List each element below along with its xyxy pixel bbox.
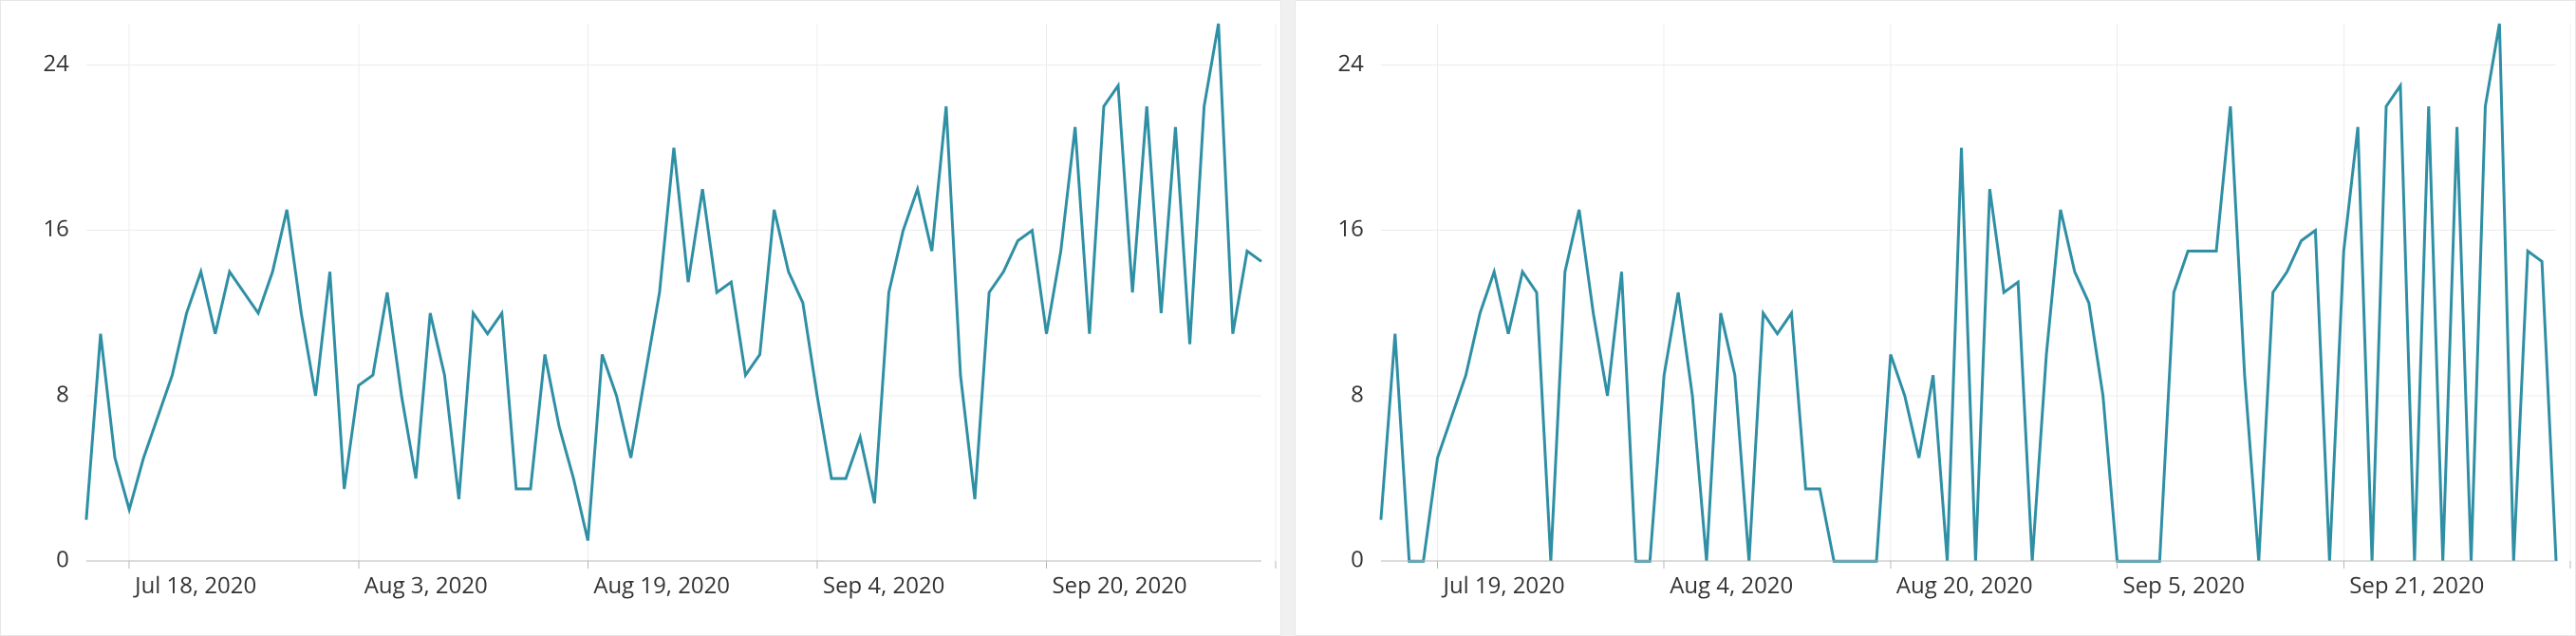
- series-line: [86, 24, 1261, 541]
- x-tick-label: Aug 3, 2020: [364, 570, 488, 601]
- y-tick-label: 0: [56, 544, 69, 575]
- y-tick-label: 0: [1351, 544, 1364, 575]
- y-tick-label: 24: [1337, 47, 1364, 79]
- y-tick-label: 24: [43, 47, 69, 79]
- chart-panel-right: 0 8 16 24 Jul 19, 2020 Aug 4, 2020 Aug 20, 202…: [1295, 0, 2576, 636]
- x-tick-label: Aug 19, 2020: [593, 570, 730, 601]
- x-tick-label: Jul 18, 2020: [133, 570, 256, 601]
- chart-svg-left: 0 8 16 24 Jul 18, 2020 Aug 3, 2020 Aug 19, 202…: [1, 1, 1280, 635]
- x-tick-label: Aug 20, 2020: [1896, 570, 2033, 601]
- x-tick-label: Sep 21, 2020: [2349, 570, 2484, 601]
- x-tick-label: Sep 5, 2020: [2123, 570, 2245, 601]
- y-tick-label: 8: [1351, 378, 1364, 409]
- x-tick-label: Jul 19, 2020: [1442, 570, 1565, 601]
- chart-panel-left: 0 8 16 24 Jul 18, 2020 Aug 3, 2020 Aug 19, 202…: [0, 0, 1281, 636]
- series-line: [1381, 24, 2556, 561]
- y-tick-label: 8: [56, 378, 69, 409]
- y-tick-label: 16: [43, 213, 68, 244]
- x-tick-label: Sep 4, 2020: [823, 570, 944, 601]
- x-tick-label: Sep 20, 2020: [1053, 570, 1187, 601]
- y-tick-label: 16: [1337, 213, 1363, 244]
- chart-svg-right: 0 8 16 24 Jul 19, 2020 Aug 4, 2020 Aug 20, 202…: [1296, 1, 2575, 635]
- charts-row: 0 8 16 24 Jul 18, 2020 Aug 3, 2020 Aug 19, 202…: [0, 0, 2576, 636]
- x-tick-label: Aug 4, 2020: [1670, 570, 1793, 601]
